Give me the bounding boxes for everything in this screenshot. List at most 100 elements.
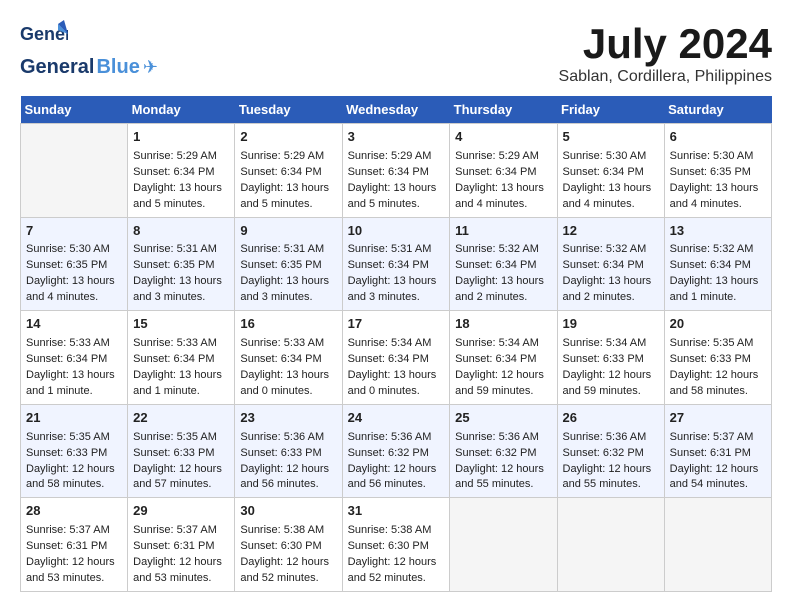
day-info-line: and 56 minutes. — [240, 477, 336, 493]
day-number: 19 — [563, 315, 659, 334]
day-info-line: and 56 minutes. — [348, 477, 445, 493]
day-info-line: and 5 minutes. — [133, 197, 229, 213]
day-info-line: and 54 minutes. — [670, 477, 766, 493]
location-subtitle: Sablan, Cordillera, Philippines — [559, 68, 772, 86]
day-number: 10 — [348, 222, 445, 241]
day-info-line: and 3 minutes. — [240, 290, 336, 306]
day-info-line: Sunset: 6:34 PM — [455, 352, 551, 368]
day-info-line: Sunrise: 5:35 AM — [670, 336, 766, 352]
day-number: 18 — [455, 315, 551, 334]
day-info-line: Sunset: 6:33 PM — [670, 352, 766, 368]
day-info-line: Daylight: 13 hours — [133, 274, 229, 290]
calendar-week-row: 1Sunrise: 5:29 AMSunset: 6:34 PMDaylight… — [21, 124, 772, 218]
day-info-line: Daylight: 13 hours — [455, 181, 551, 197]
day-info-line: Daylight: 13 hours — [455, 274, 551, 290]
day-info-line: Daylight: 12 hours — [455, 462, 551, 478]
day-number: 8 — [133, 222, 229, 241]
page-header: General General Blue ✈ July 2024 Sablan,… — [20, 20, 772, 86]
col-header-thursday: Thursday — [450, 96, 557, 124]
calendar-cell — [450, 498, 557, 592]
calendar-cell: 6Sunrise: 5:30 AMSunset: 6:35 PMDaylight… — [664, 124, 771, 218]
day-info-line: and 57 minutes. — [133, 477, 229, 493]
day-number: 21 — [26, 409, 122, 428]
calendar-cell: 12Sunrise: 5:32 AMSunset: 6:34 PMDayligh… — [557, 217, 664, 311]
day-info-line: Sunrise: 5:36 AM — [348, 430, 445, 446]
calendar-cell: 4Sunrise: 5:29 AMSunset: 6:34 PMDaylight… — [450, 124, 557, 218]
calendar-cell: 25Sunrise: 5:36 AMSunset: 6:32 PMDayligh… — [450, 404, 557, 498]
day-number: 28 — [26, 502, 122, 521]
calendar-cell: 30Sunrise: 5:38 AMSunset: 6:30 PMDayligh… — [235, 498, 342, 592]
day-number: 5 — [563, 128, 659, 147]
title-block: July 2024 Sablan, Cordillera, Philippine… — [559, 20, 772, 86]
day-info-line: and 4 minutes. — [563, 197, 659, 213]
day-number: 9 — [240, 222, 336, 241]
day-info-line: Sunrise: 5:37 AM — [133, 523, 229, 539]
calendar-cell: 11Sunrise: 5:32 AMSunset: 6:34 PMDayligh… — [450, 217, 557, 311]
calendar-cell: 2Sunrise: 5:29 AMSunset: 6:34 PMDaylight… — [235, 124, 342, 218]
calendar-cell: 17Sunrise: 5:34 AMSunset: 6:34 PMDayligh… — [342, 311, 450, 405]
day-info-line: Daylight: 13 hours — [348, 274, 445, 290]
day-info-line: Sunset: 6:34 PM — [240, 165, 336, 181]
day-info-line: and 59 minutes. — [455, 384, 551, 400]
day-info-line: and 53 minutes. — [133, 571, 229, 587]
calendar-cell: 26Sunrise: 5:36 AMSunset: 6:32 PMDayligh… — [557, 404, 664, 498]
day-number: 2 — [240, 128, 336, 147]
day-info-line: Sunrise: 5:29 AM — [348, 149, 445, 165]
day-info-line: Sunrise: 5:33 AM — [240, 336, 336, 352]
day-info-line: Sunset: 6:34 PM — [563, 258, 659, 274]
day-info-line: and 5 minutes. — [240, 197, 336, 213]
day-info-line: Sunrise: 5:37 AM — [670, 430, 766, 446]
calendar-cell: 3Sunrise: 5:29 AMSunset: 6:34 PMDaylight… — [342, 124, 450, 218]
calendar-cell: 18Sunrise: 5:34 AMSunset: 6:34 PMDayligh… — [450, 311, 557, 405]
day-info-line: Sunrise: 5:38 AM — [348, 523, 445, 539]
day-number: 12 — [563, 222, 659, 241]
day-info-line: Daylight: 13 hours — [26, 274, 122, 290]
col-header-sunday: Sunday — [21, 96, 128, 124]
day-info-line: Daylight: 12 hours — [240, 462, 336, 478]
day-info-line: Sunset: 6:32 PM — [563, 446, 659, 462]
day-info-line: and 58 minutes. — [670, 384, 766, 400]
day-info-line: Sunrise: 5:32 AM — [563, 242, 659, 258]
day-info-line: Daylight: 13 hours — [240, 274, 336, 290]
day-info-line: Daylight: 13 hours — [133, 181, 229, 197]
day-info-line: Daylight: 12 hours — [455, 368, 551, 384]
day-number: 27 — [670, 409, 766, 428]
day-info-line: and 1 minute. — [133, 384, 229, 400]
day-info-line: Sunrise: 5:37 AM — [26, 523, 122, 539]
day-info-line: Sunset: 6:31 PM — [26, 539, 122, 555]
day-info-line: Sunrise: 5:36 AM — [563, 430, 659, 446]
day-info-line: Sunrise: 5:31 AM — [348, 242, 445, 258]
day-number: 14 — [26, 315, 122, 334]
day-info-line: Daylight: 12 hours — [133, 555, 229, 571]
col-header-saturday: Saturday — [664, 96, 771, 124]
day-info-line: Sunrise: 5:35 AM — [26, 430, 122, 446]
day-info-line: Sunset: 6:34 PM — [348, 165, 445, 181]
day-number: 23 — [240, 409, 336, 428]
day-info-line: and 55 minutes. — [455, 477, 551, 493]
day-number: 15 — [133, 315, 229, 334]
day-info-line: Sunset: 6:33 PM — [133, 446, 229, 462]
calendar-cell: 28Sunrise: 5:37 AMSunset: 6:31 PMDayligh… — [21, 498, 128, 592]
day-info-line: Daylight: 13 hours — [670, 274, 766, 290]
day-info-line: Sunset: 6:32 PM — [348, 446, 445, 462]
day-info-line: Sunrise: 5:32 AM — [455, 242, 551, 258]
calendar-header-row: SundayMondayTuesdayWednesdayThursdayFrid… — [21, 96, 772, 124]
day-number: 25 — [455, 409, 551, 428]
day-info-line: Sunrise: 5:33 AM — [133, 336, 229, 352]
day-info-line: and 2 minutes. — [455, 290, 551, 306]
day-info-line: Sunset: 6:34 PM — [455, 165, 551, 181]
calendar-cell: 1Sunrise: 5:29 AMSunset: 6:34 PMDaylight… — [128, 124, 235, 218]
day-info-line: Sunset: 6:33 PM — [240, 446, 336, 462]
day-info-line: Sunset: 6:30 PM — [240, 539, 336, 555]
calendar-cell: 31Sunrise: 5:38 AMSunset: 6:30 PMDayligh… — [342, 498, 450, 592]
day-info-line: Sunset: 6:35 PM — [240, 258, 336, 274]
calendar-cell: 22Sunrise: 5:35 AMSunset: 6:33 PMDayligh… — [128, 404, 235, 498]
calendar-week-row: 7Sunrise: 5:30 AMSunset: 6:35 PMDaylight… — [21, 217, 772, 311]
calendar-cell: 8Sunrise: 5:31 AMSunset: 6:35 PMDaylight… — [128, 217, 235, 311]
calendar-cell: 24Sunrise: 5:36 AMSunset: 6:32 PMDayligh… — [342, 404, 450, 498]
day-info-line: Sunrise: 5:36 AM — [240, 430, 336, 446]
day-number: 31 — [348, 502, 445, 521]
day-info-line: Daylight: 12 hours — [133, 462, 229, 478]
day-number: 4 — [455, 128, 551, 147]
day-info-line: and 59 minutes. — [563, 384, 659, 400]
